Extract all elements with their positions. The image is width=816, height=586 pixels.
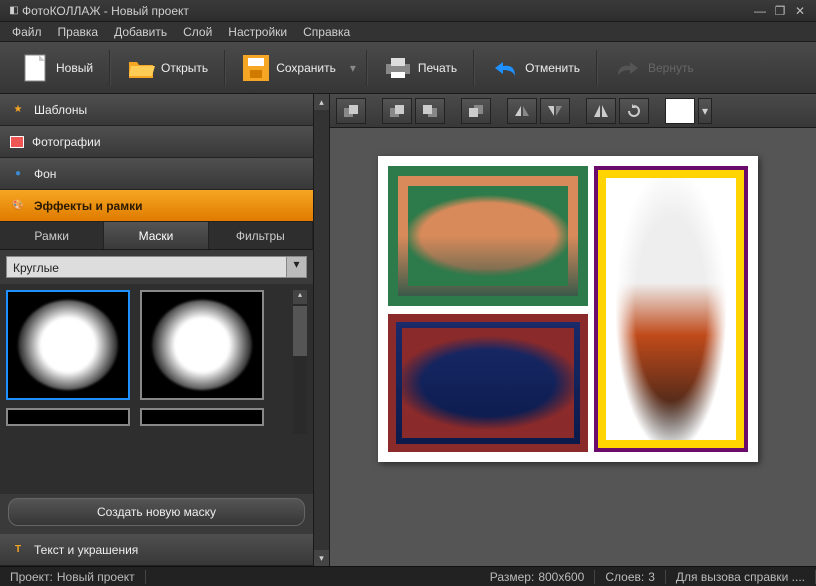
bring-front-button[interactable]	[336, 98, 366, 124]
accordion-label: Фотографии	[32, 135, 101, 149]
menu-layer[interactable]: Слой	[175, 23, 220, 41]
mask-thumbnails: ▴	[0, 284, 313, 494]
printer-icon	[384, 54, 412, 82]
save-label: Сохранить	[276, 61, 336, 75]
create-mask-label: Создать новую маску	[97, 505, 216, 519]
status-size: Размер: 800x600	[480, 570, 596, 584]
left-scrollbar[interactable]: ▴ ▾	[313, 94, 329, 566]
right-panel: ▾	[330, 94, 816, 566]
menubar: Файл Правка Добавить Слой Настройки Спра…	[0, 22, 816, 42]
mask-thumb-1[interactable]	[6, 290, 130, 400]
toolbar-separator	[596, 50, 598, 86]
toolbar-separator	[224, 50, 226, 86]
status-project: Проект: Новый проект	[0, 570, 146, 584]
save-dropdown[interactable]: ▾	[346, 61, 360, 75]
maximize-button[interactable]: ❐	[770, 4, 790, 18]
layer-down-button[interactable]	[415, 98, 445, 124]
menu-file[interactable]: Файл	[4, 23, 50, 41]
folder-open-icon	[127, 54, 155, 82]
toolbar-separator	[109, 50, 111, 86]
undo-icon	[491, 54, 519, 82]
menu-edit[interactable]: Правка	[50, 23, 107, 41]
menu-help[interactable]: Справка	[295, 23, 358, 41]
dropdown-value: Круглые	[7, 257, 286, 277]
flip-v-button[interactable]	[540, 98, 570, 124]
new-button[interactable]: Новый	[12, 50, 103, 86]
open-button[interactable]: Открыть	[117, 50, 218, 86]
create-mask-button[interactable]: Создать новую маску	[8, 498, 305, 526]
globe-icon: ●	[10, 166, 26, 182]
collage-image-2[interactable]	[388, 314, 588, 452]
accordion-background[interactable]: ● Фон	[0, 158, 313, 190]
accordion-effects[interactable]: 🎨 Эффекты и рамки	[0, 190, 313, 222]
canvas-area[interactable]	[330, 128, 816, 566]
canvas-toolbar: ▾	[330, 94, 816, 128]
toolbar-separator	[366, 50, 368, 86]
window-title: ФотоКОЛЛАЖ - Новый проект	[22, 4, 750, 18]
toolbar-separator	[473, 50, 475, 86]
chevron-down-icon: ▾	[286, 257, 306, 277]
print-button[interactable]: Печать	[374, 50, 467, 86]
accordion-label: Шаблоны	[34, 103, 87, 117]
accordion-templates[interactable]: ★ Шаблоны	[0, 94, 313, 126]
undo-label: Отменить	[525, 61, 580, 75]
close-button[interactable]: ✕	[790, 4, 810, 18]
rotate-button[interactable]	[619, 98, 649, 124]
collage-page[interactable]	[378, 156, 758, 462]
menu-add[interactable]: Добавить	[106, 23, 175, 41]
subtabs: Рамки Маски Фильтры	[0, 222, 313, 250]
new-label: Новый	[56, 61, 93, 75]
scroll-track[interactable]	[314, 110, 329, 550]
palette-icon: 🎨	[10, 198, 26, 214]
print-label: Печать	[418, 61, 457, 75]
mask-category-dropdown[interactable]: Круглые ▾	[6, 256, 307, 278]
accordion-text[interactable]: T Текст и украшения	[0, 534, 313, 566]
mask-thumb-4[interactable]	[140, 408, 264, 426]
page-button[interactable]	[665, 98, 695, 124]
accordion-label: Фон	[34, 167, 56, 181]
status-help: Для вызова справки ....	[666, 570, 816, 584]
mirror-button[interactable]	[586, 98, 616, 124]
app-icon: ◧	[6, 3, 22, 19]
tab-masks[interactable]: Маски	[104, 222, 208, 249]
collage-image-3[interactable]	[594, 166, 748, 452]
page-dropdown[interactable]: ▾	[698, 98, 712, 124]
save-button[interactable]: Сохранить	[232, 50, 346, 86]
statusbar: Проект: Новый проект Размер: 800x600 Сло…	[0, 566, 816, 586]
scrollbar-thumb[interactable]	[293, 306, 307, 356]
photo-icon	[10, 136, 24, 148]
redo-label: Вернуть	[648, 61, 694, 75]
accordion-label: Эффекты и рамки	[34, 199, 143, 213]
send-back-button[interactable]	[461, 98, 491, 124]
undo-button[interactable]: Отменить	[481, 50, 590, 86]
collage-image-1[interactable]	[388, 166, 588, 306]
text-icon: T	[10, 542, 26, 558]
floppy-icon	[242, 54, 270, 82]
tab-filters[interactable]: Фильтры	[209, 222, 313, 249]
minimize-button[interactable]: —	[750, 4, 770, 18]
new-file-icon	[22, 54, 50, 82]
accordion-label: Текст и украшения	[34, 543, 138, 557]
thumbs-scrollbar[interactable]: ▴	[293, 290, 307, 434]
scroll-up-icon[interactable]: ▴	[314, 94, 329, 110]
main-area: ★ Шаблоны Фотографии ● Фон 🎨 Эффекты и р…	[0, 94, 816, 566]
accordion-photos[interactable]: Фотографии	[0, 126, 313, 158]
star-icon: ★	[10, 102, 26, 118]
status-layers: Слоев: 3	[595, 570, 666, 584]
mask-thumb-2[interactable]	[140, 290, 264, 400]
main-toolbar: Новый Открыть Сохранить ▾ Печать Отменит…	[0, 42, 816, 94]
redo-button[interactable]: Вернуть	[604, 50, 704, 86]
open-label: Открыть	[161, 61, 208, 75]
redo-icon	[614, 54, 642, 82]
scroll-down-icon[interactable]: ▾	[314, 550, 329, 566]
flip-h-button[interactable]	[507, 98, 537, 124]
mask-thumb-3[interactable]	[6, 408, 130, 426]
left-panel: ★ Шаблоны Фотографии ● Фон 🎨 Эффекты и р…	[0, 94, 330, 566]
tab-frames[interactable]: Рамки	[0, 222, 104, 249]
layer-up-button[interactable]	[382, 98, 412, 124]
titlebar: ◧ ФотоКОЛЛАЖ - Новый проект — ❐ ✕	[0, 0, 816, 22]
menu-settings[interactable]: Настройки	[220, 23, 295, 41]
